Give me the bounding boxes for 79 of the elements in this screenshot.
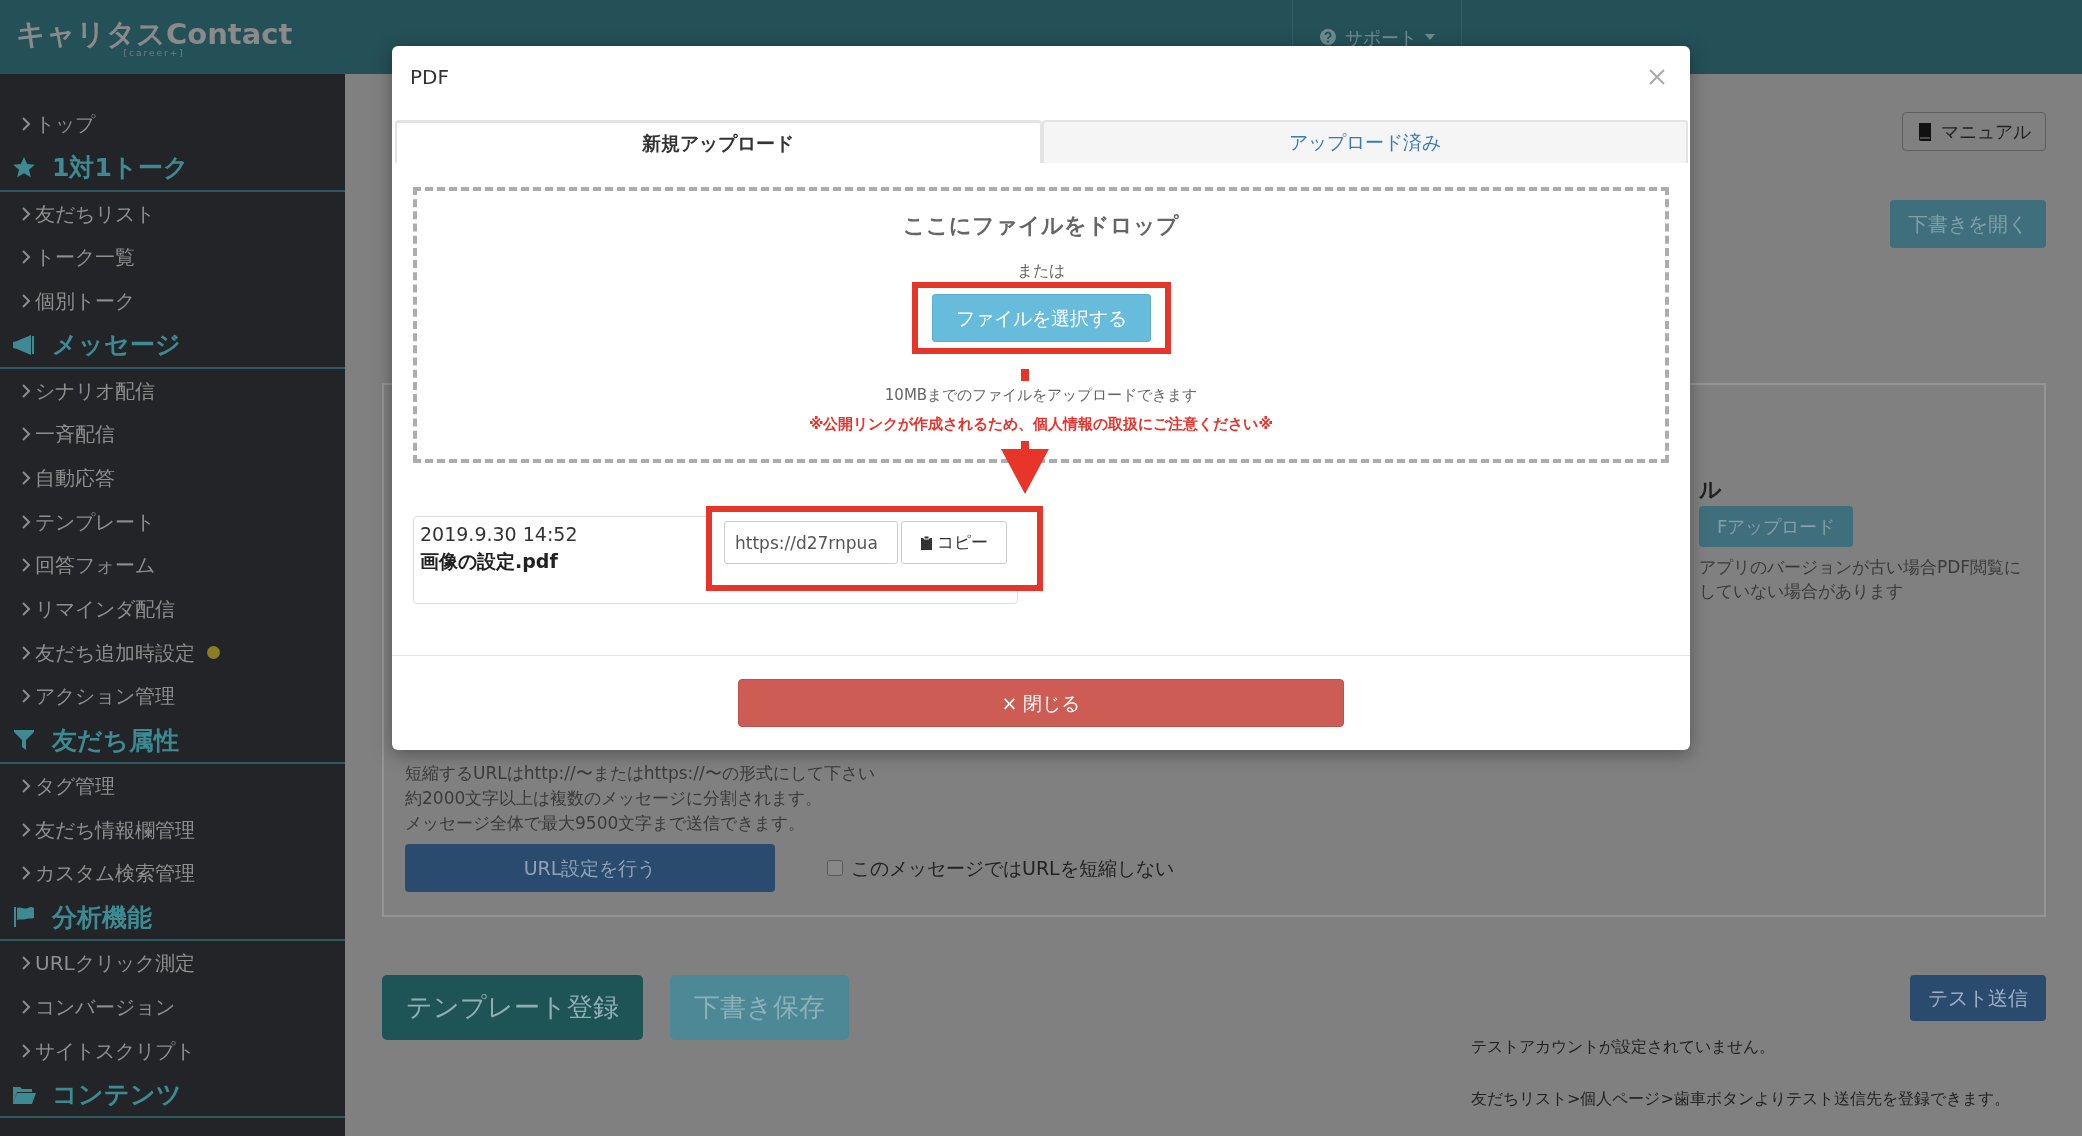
chevron-icon: [22, 1043, 31, 1058]
sidebar-item[interactable]: 自動応答: [22, 462, 115, 493]
sidebar-item[interactable]: 個別トーク: [22, 285, 135, 316]
funnel-icon: [12, 728, 36, 753]
chevron-icon: [22, 602, 31, 617]
info-text: テストアカウントが設定されていません。: [1471, 1036, 1776, 1058]
chevron-icon: [22, 206, 31, 221]
test-send-button[interactable]: テスト送信: [1910, 975, 2046, 1021]
section-title: ル: [1699, 476, 1723, 504]
hint-text: 約2000文字以上は複数のメッセージに分割されます。: [405, 787, 824, 810]
drop-zone-title: ここにファイルをドロップ: [902, 212, 1180, 240]
chevron-icon: [22, 470, 31, 485]
chevron-icon: [22, 999, 31, 1014]
file-name: 画像の設定.pdf: [420, 549, 558, 574]
chevron-icon: [22, 866, 31, 881]
chevron-icon: [22, 514, 31, 529]
copy-button[interactable]: コピー: [901, 521, 1007, 564]
chevron-icon: [22, 779, 31, 794]
sidebar-heading: コンテンツ: [52, 1078, 182, 1111]
checkbox-label: このメッセージではURLを短縮しない: [851, 855, 1174, 881]
info-text: 友だちリスト>個人ページ>歯車ボタンよりテスト送信先を登録できます。: [1471, 1088, 2011, 1110]
megaphone-icon: [12, 332, 36, 357]
chevron-icon: [22, 293, 31, 308]
sidebar-item[interactable]: アクション管理: [22, 681, 175, 712]
close-button[interactable]: × 閉じる: [738, 679, 1344, 727]
sidebar-heading: 友だち属性: [52, 724, 179, 757]
url-settings-button[interactable]: URL設定を行う: [405, 844, 775, 892]
chevron-icon: [22, 116, 31, 131]
sidebar-item[interactable]: 友だちリスト: [22, 198, 155, 229]
flag-icon: [12, 905, 36, 930]
sidebar-item[interactable]: URLクリック測定: [22, 948, 195, 979]
sidebar-heading: 1対1トーク: [52, 151, 189, 184]
sidebar-item[interactable]: コンバージョン: [22, 991, 175, 1022]
hint-text: メッセージ全体で最大9500文字まで送信できます。: [405, 812, 807, 835]
sidebar-item[interactable]: テンプレート: [22, 506, 155, 537]
chevron-icon: [22, 689, 31, 704]
caret-icon: [1425, 34, 1436, 40]
chevron-icon: [22, 250, 31, 265]
sidebar-item[interactable]: 友だち追加時設定: [22, 637, 195, 668]
logo-tagline: [career+]: [123, 49, 185, 58]
file-date: 2019.9.30 14:52: [420, 522, 578, 547]
sidebar-item[interactable]: タグ管理: [22, 771, 115, 802]
sidebar-item[interactable]: シナリオ配信: [22, 375, 155, 406]
logo: キャリタスContact: [16, 20, 293, 49]
sidebar-item[interactable]: トップ: [22, 108, 95, 139]
sidebar-heading: メッセージ: [52, 329, 181, 361]
sidebar-heading: 分析機能: [52, 901, 152, 934]
chevron-icon: [22, 427, 31, 442]
dialog-title: PDF: [410, 64, 449, 91]
chevron-icon: [22, 383, 31, 398]
star-icon: [12, 155, 36, 180]
chevron-icon: [22, 558, 31, 573]
close-icon[interactable]: [1648, 68, 1666, 86]
sidebar-item[interactable]: リマインダ配信: [22, 594, 175, 625]
tab[interactable]: アップロード済み: [1041, 120, 1688, 163]
or-text: または: [1016, 260, 1066, 282]
sidebar-item[interactable]: 回答フォーム: [22, 550, 155, 581]
sidebar-item[interactable]: サイトスクリプト: [22, 1035, 195, 1066]
url-field[interactable]: https://d27rnpua: [724, 521, 898, 564]
chevron-icon: [22, 645, 31, 660]
chevron-icon: [22, 956, 31, 971]
manual-button[interactable]: マニュアル: [1902, 112, 2046, 151]
help-icon: [1319, 28, 1338, 46]
tab[interactable]: 新規アップロード: [395, 120, 1042, 163]
note-text: していない場合があります: [1699, 580, 1904, 603]
sidebar-item[interactable]: カスタム検索管理: [22, 858, 195, 889]
size-note: 10MBまでのファイルをアップロードできます: [884, 386, 1198, 404]
sidebar-item[interactable]: トーク一覧: [22, 242, 135, 273]
hint-text: 短縮するURLはhttp://〜またはhttps://〜の形式にして下さい: [405, 762, 876, 785]
clipboard-icon: [920, 535, 933, 550]
book-icon: [1917, 121, 1933, 142]
sidebar-item[interactable]: 友だち情報欄管理: [22, 814, 195, 845]
checkbox[interactable]: [827, 860, 843, 876]
note-text: アプリのバージョンが古い場合PDF閲覧に: [1699, 556, 2023, 579]
template-register-button[interactable]: テンプレート登録: [382, 975, 643, 1040]
chevron-icon: [22, 822, 31, 837]
warning-text: ※公開リンクが作成されるため、個人情報の取扱にご注意ください※: [808, 415, 1274, 433]
drop-zone[interactable]: ここにファイルをドロップ または ファイルを選択する 10MBまでのファイルをアップロードできます ※公開リンクが作成されるため、個人情報の取扱にご注意ください※: [413, 187, 1669, 463]
sidebar-item[interactable]: 一斉配信: [22, 419, 115, 450]
